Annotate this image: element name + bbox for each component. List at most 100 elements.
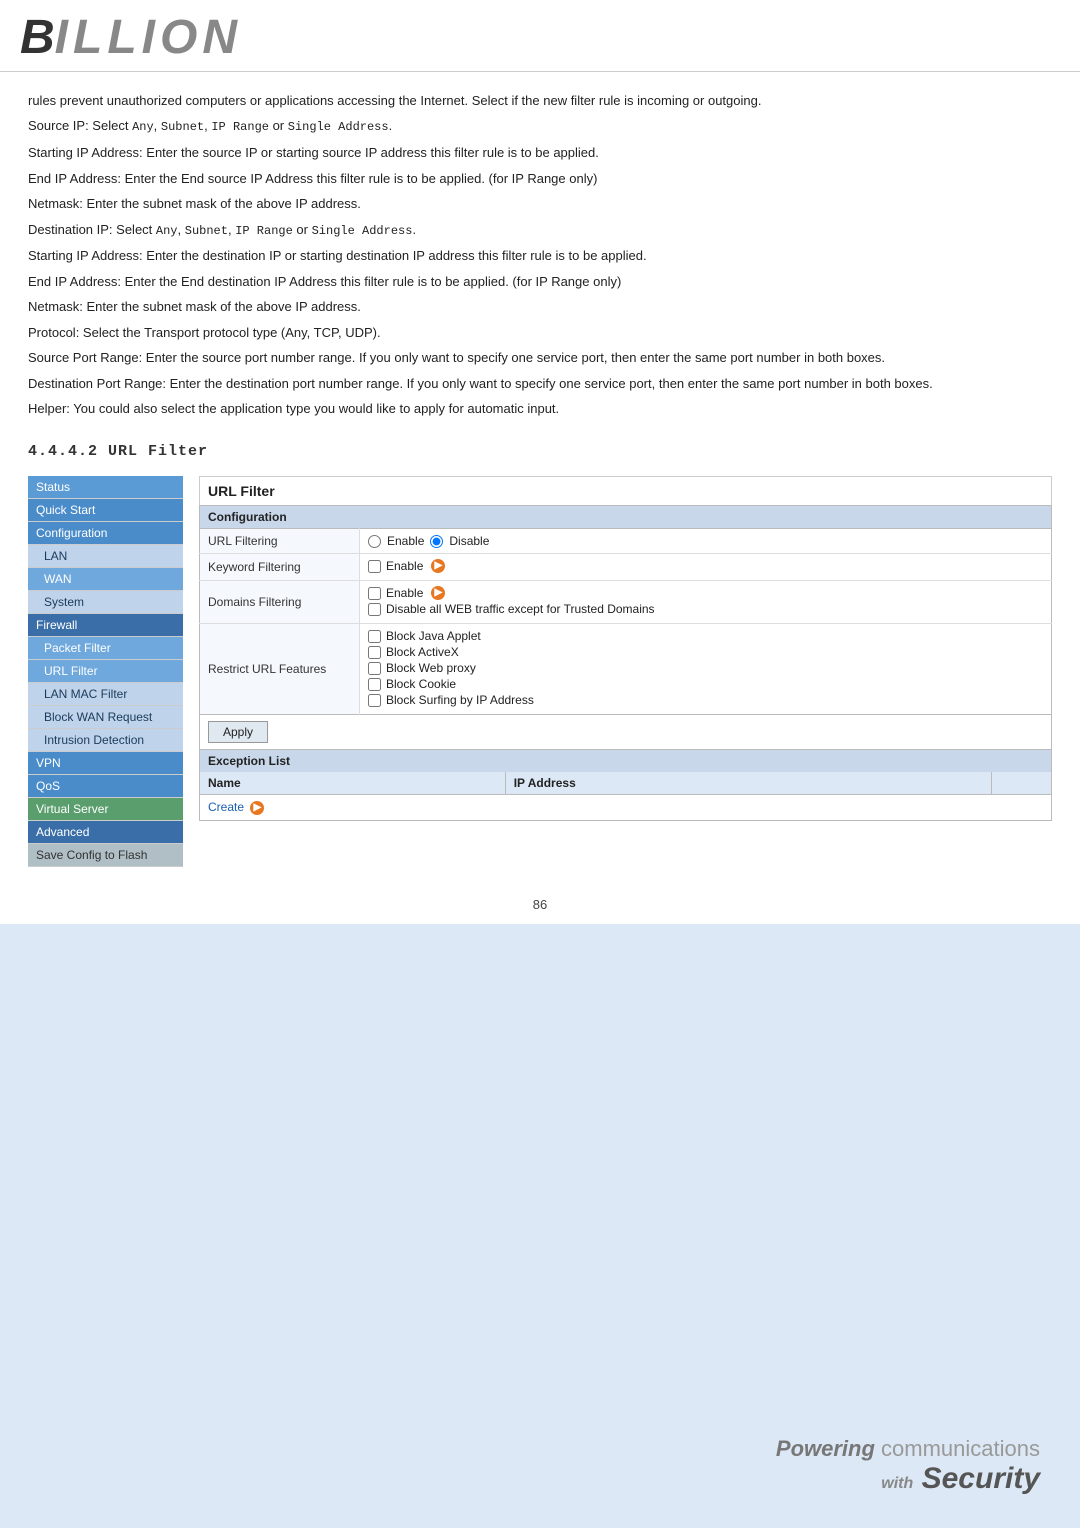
sidebar-item-lan-mac-filter[interactable]: LAN MAC Filter <box>28 683 183 706</box>
domains-disable-trusted-row: Disable all WEB traffic except for Trust… <box>368 602 1043 616</box>
block-java-label: Block Java Applet <box>386 629 481 643</box>
exception-list-label: Exception List <box>199 750 1052 772</box>
block-cookie-checkbox[interactable] <box>368 678 381 691</box>
keyword-filtering-details-icon[interactable]: ▶ <box>431 559 445 573</box>
url-filtering-radio-group: Enable Disable <box>368 534 1043 548</box>
sidebar-item-status[interactable]: Status <box>28 476 183 499</box>
domains-enable-row: Enable ▶ <box>368 586 1043 600</box>
body-paragraph-2: Starting IP Address: Enter the source IP… <box>28 142 1052 163</box>
body-paragraph-12: Helper: You could also select the applic… <box>28 398 1052 419</box>
configuration-section-label: Configuration <box>199 505 1052 528</box>
body-paragraph-3: End IP Address: Enter the End source IP … <box>28 168 1052 189</box>
exception-actions-header <box>992 772 1052 795</box>
block-cookie-row: Block Cookie <box>368 677 1043 691</box>
keyword-filtering-label: Keyword Filtering <box>200 554 360 581</box>
sidebar-item-url-filter[interactable]: URL Filter <box>28 660 183 683</box>
branding-communications: communications <box>881 1436 1040 1461</box>
block-cookie-label: Block Cookie <box>386 677 456 691</box>
exception-table: Name IP Address <box>199 772 1052 795</box>
keyword-filtering-checkbox[interactable] <box>368 560 381 573</box>
domains-filtering-row: Domains Filtering Enable ▶ Disable all W… <box>200 581 1052 624</box>
url-filtering-row: URL Filtering Enable Disable <box>200 529 1052 554</box>
section-heading: 4.4.4.2 URL Filter <box>28 443 1052 460</box>
exception-name-header: Name <box>200 772 506 795</box>
restrict-url-features-row: Restrict URL Features Block Java Applet … <box>200 624 1052 715</box>
logo-rest-letters: ILLION <box>55 10 242 65</box>
logo-b-letter: B <box>20 10 55 65</box>
url-filtering-label: URL Filtering <box>200 529 360 554</box>
body-paragraph-1: Source IP: Select Any, Subnet, IP Range … <box>28 115 1052 138</box>
configuration-table: URL Filtering Enable Disable Keyw <box>199 528 1052 715</box>
body-paragraph-0: rules prevent unauthorized computers or … <box>28 90 1052 111</box>
domains-enable-label: Enable <box>386 586 423 600</box>
sidebar-item-lan[interactable]: LAN <box>28 545 183 568</box>
main-content: rules prevent unauthorized computers or … <box>0 72 1080 885</box>
restrict-url-features-label: Restrict URL Features <box>200 624 360 715</box>
apply-button[interactable]: Apply <box>208 721 268 743</box>
apply-area: Apply <box>199 715 1052 750</box>
domains-filtering-enable-checkbox[interactable] <box>368 587 381 600</box>
branding-with: with <box>881 1475 913 1492</box>
sidebar-item-block-wan-request[interactable]: Block WAN Request <box>28 706 183 729</box>
filter-area: URL Filter Configuration URL Filtering E… <box>199 476 1052 867</box>
keyword-filtering-checkbox-row: Enable ▶ <box>368 559 1043 573</box>
url-filtering-enable-radio[interactable] <box>368 535 381 548</box>
restrict-url-features-controls: Block Java Applet Block ActiveX Block We… <box>360 624 1052 715</box>
sidebar-item-qos[interactable]: QoS <box>28 775 183 798</box>
page-number: 86 <box>0 885 1080 924</box>
create-info-icon[interactable]: ▶ <box>250 801 264 815</box>
sidebar-item-virtual-server[interactable]: Virtual Server <box>28 798 183 821</box>
branding-security-text: Security <box>922 1462 1040 1495</box>
sidebar-item-save-config[interactable]: Save Config to Flash <box>28 844 183 867</box>
logo-area: B ILLION <box>0 0 1080 72</box>
exception-ip-header: IP Address <box>505 772 991 795</box>
url-filtering-controls: Enable Disable <box>360 529 1052 554</box>
logo-container: B ILLION <box>20 10 1060 71</box>
layout-row: Status Quick Start Configuration LAN WAN… <box>28 476 1052 867</box>
domains-trusted-label: Disable all WEB traffic except for Trust… <box>386 602 655 616</box>
sidebar-item-system[interactable]: System <box>28 591 183 614</box>
branding: Powering communications with Security <box>776 1436 1040 1496</box>
create-link[interactable]: Create <box>208 800 244 814</box>
domains-filtering-label: Domains Filtering <box>200 581 360 624</box>
keyword-filtering-enable-label: Enable <box>386 559 423 573</box>
keyword-filtering-controls: Enable ▶ <box>360 554 1052 581</box>
block-activex-label: Block ActiveX <box>386 645 459 659</box>
body-paragraph-9: Protocol: Select the Transport protocol … <box>28 322 1052 343</box>
url-filtering-disable-label: Disable <box>449 534 489 548</box>
body-paragraph-6: Starting IP Address: Enter the destinati… <box>28 245 1052 266</box>
block-java-row: Block Java Applet <box>368 629 1043 643</box>
sidebar-item-vpn[interactable]: VPN <box>28 752 183 775</box>
sidebar-item-packet-filter[interactable]: Packet Filter <box>28 637 183 660</box>
body-paragraph-5: Destination IP: Select Any, Subnet, IP R… <box>28 219 1052 242</box>
block-surfing-label: Block Surfing by IP Address <box>386 693 534 707</box>
body-paragraph-10: Source Port Range: Enter the source port… <box>28 347 1052 368</box>
domains-details-icon[interactable]: ▶ <box>431 586 445 600</box>
keyword-filtering-row: Keyword Filtering Enable ▶ <box>200 554 1052 581</box>
body-paragraph-7: End IP Address: Enter the End destinatio… <box>28 271 1052 292</box>
block-java-checkbox[interactable] <box>368 630 381 643</box>
block-webproxy-checkbox[interactable] <box>368 662 381 675</box>
sidebar-item-intrusion-detection[interactable]: Intrusion Detection <box>28 729 183 752</box>
block-activex-checkbox[interactable] <box>368 646 381 659</box>
block-surfing-row: Block Surfing by IP Address <box>368 693 1043 707</box>
body-paragraph-8: Netmask: Enter the subnet mask of the ab… <box>28 296 1052 317</box>
domains-filtering-controls: Enable ▶ Disable all WEB traffic except … <box>360 581 1052 624</box>
block-webproxy-row: Block Web proxy <box>368 661 1043 675</box>
domains-trusted-checkbox[interactable] <box>368 603 381 616</box>
block-webproxy-label: Block Web proxy <box>386 661 476 675</box>
url-filtering-disable-radio[interactable] <box>430 535 443 548</box>
sidebar-item-configuration[interactable]: Configuration <box>28 522 183 545</box>
block-surfing-checkbox[interactable] <box>368 694 381 707</box>
sidebar-item-quickstart[interactable]: Quick Start <box>28 499 183 522</box>
url-filtering-enable-label: Enable <box>387 534 424 548</box>
sidebar-item-firewall[interactable]: Firewall <box>28 614 183 637</box>
body-paragraph-11: Destination Port Range: Enter the destin… <box>28 373 1052 394</box>
sidebar-item-wan[interactable]: WAN <box>28 568 183 591</box>
sidebar-item-advanced[interactable]: Advanced <box>28 821 183 844</box>
body-paragraph-4: Netmask: Enter the subnet mask of the ab… <box>28 193 1052 214</box>
block-activex-row: Block ActiveX <box>368 645 1043 659</box>
create-row: Create ▶ <box>199 795 1052 821</box>
filter-title: URL Filter <box>199 476 1052 505</box>
sidebar: Status Quick Start Configuration LAN WAN… <box>28 476 183 867</box>
